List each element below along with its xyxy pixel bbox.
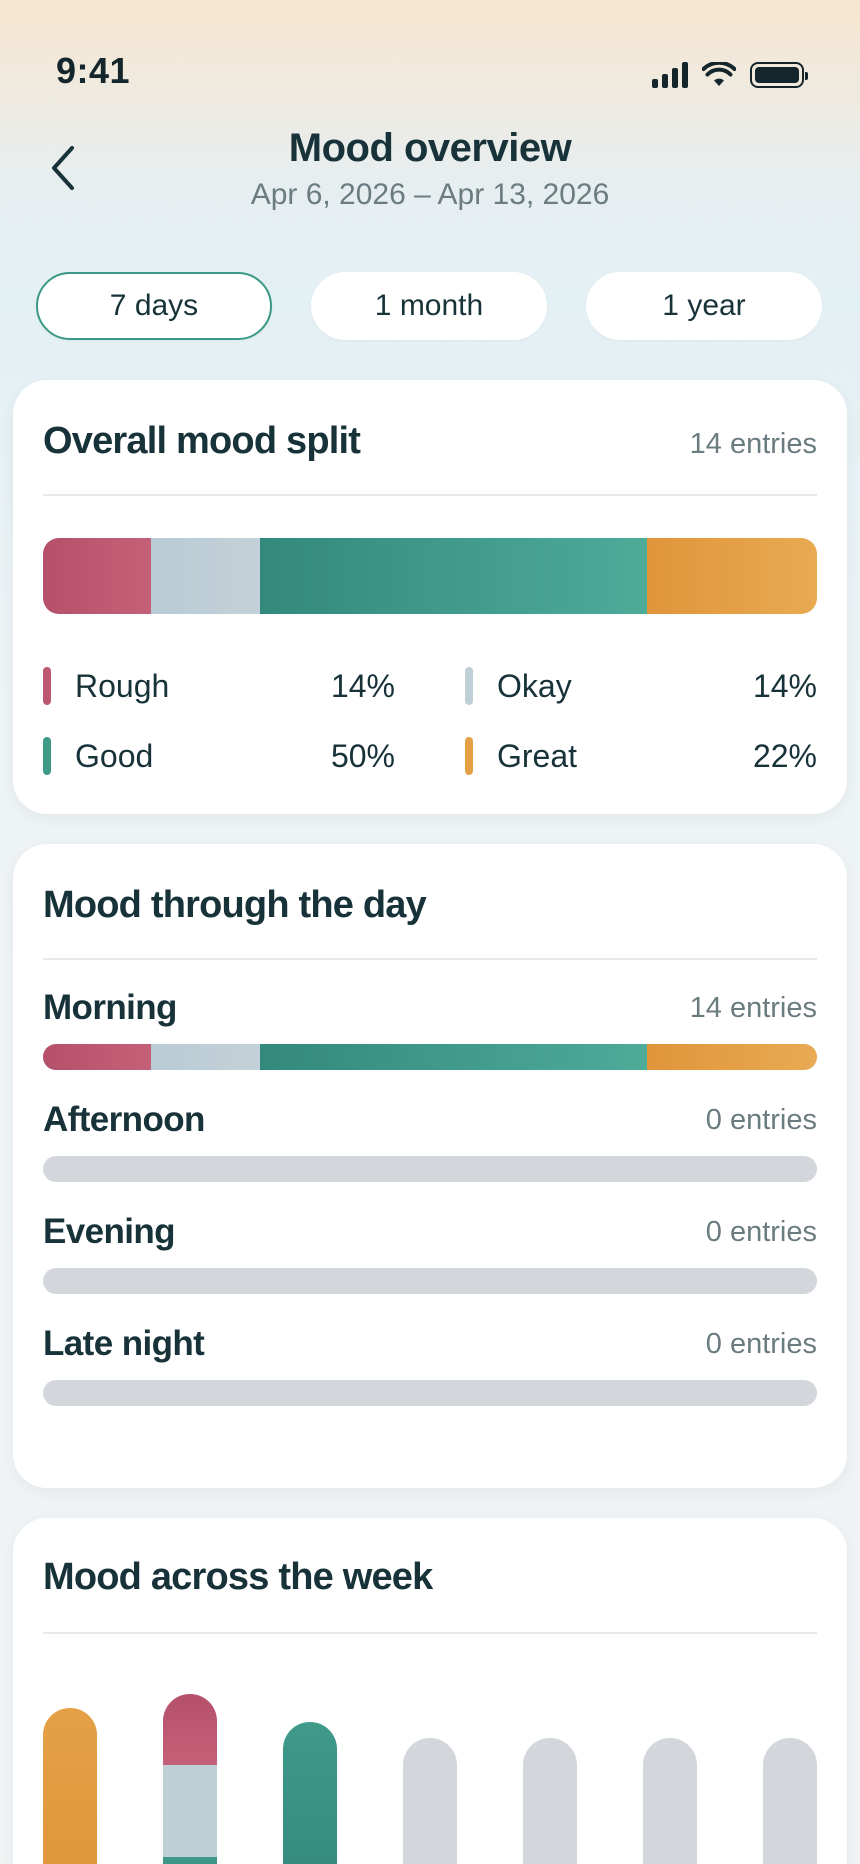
- good-swatch: [43, 737, 51, 775]
- overall-mood-split-card: Overall mood split 14 entries Rough 14% …: [13, 380, 847, 814]
- mood-through-day-card: Mood through the day Morning 14 entries …: [13, 844, 847, 1488]
- legend-value: 14%: [752, 667, 817, 704]
- day-segment-okay: [151, 1044, 260, 1070]
- entries-count: 14 entries: [689, 992, 817, 1024]
- week-day-column: [523, 1738, 577, 1864]
- day-mood-bar: [43, 1044, 817, 1070]
- day-mood-bar: [43, 1268, 817, 1294]
- legend-value: 22%: [752, 737, 817, 774]
- week-segment-great: [43, 1708, 97, 1864]
- day-row-evening: Evening 0 entries: [43, 1212, 817, 1302]
- week-segment-rough: [163, 1694, 217, 1766]
- card-title: Mood across the week: [43, 1556, 433, 1598]
- divider: [43, 1632, 817, 1634]
- battery-icon: [750, 62, 808, 88]
- tab-1-month[interactable]: 1 month: [311, 272, 547, 340]
- legend-value: 14%: [330, 667, 395, 704]
- mood-across-week-card: Mood across the week: [13, 1518, 847, 1864]
- okay-swatch: [465, 667, 473, 705]
- day-segment-great: [646, 1044, 817, 1070]
- legend-item-okay: Okay 14%: [465, 666, 817, 706]
- week-mood-chart: [43, 1678, 817, 1864]
- legend-item-good: Good 50%: [43, 736, 395, 776]
- day-mood-bar: [43, 1156, 817, 1182]
- day-segment-rough: [43, 1044, 152, 1070]
- week-day-column: [403, 1738, 457, 1864]
- legend-item-rough: Rough 14%: [43, 666, 395, 706]
- tab-1-year[interactable]: 1 year: [586, 272, 822, 340]
- week-day-column: [643, 1738, 697, 1864]
- entries-count: 0 entries: [705, 1104, 817, 1136]
- day-mood-bar: [43, 1380, 817, 1406]
- split-segment-good: [259, 538, 647, 614]
- week-day-column: [283, 1722, 337, 1864]
- day-row-late-night: Late night 0 entries: [43, 1324, 817, 1414]
- day-label: Morning: [43, 988, 177, 1027]
- entries-count: 0 entries: [705, 1216, 817, 1248]
- status-time: 9:41: [56, 50, 131, 91]
- week-segment-good: [283, 1722, 337, 1864]
- legend-value: 50%: [330, 737, 395, 774]
- week-day-column: [763, 1738, 817, 1864]
- divider: [43, 494, 817, 496]
- entries-count: 14 entries: [689, 428, 817, 460]
- page-title: Mood overview: [288, 126, 572, 170]
- status-icons: [652, 62, 808, 88]
- mood-split-bar: [43, 538, 817, 614]
- cellular-signal-icon: [652, 62, 688, 88]
- card-title: Mood through the day: [43, 884, 427, 926]
- tab-7-days[interactable]: 7 days: [36, 272, 272, 340]
- legend-label: Rough: [75, 667, 170, 704]
- legend-item-great: Great 22%: [465, 736, 817, 776]
- legend-label: Good: [75, 737, 154, 774]
- day-row-afternoon: Afternoon 0 entries: [43, 1100, 817, 1190]
- status-bar: 9:41: [0, 0, 860, 120]
- period-tabs: 7 days 1 month 1 year: [36, 272, 822, 340]
- week-day-column: [43, 1708, 97, 1864]
- day-label: Afternoon: [43, 1100, 205, 1139]
- day-label: Evening: [43, 1212, 176, 1251]
- day-segment-good: [259, 1044, 647, 1070]
- day-row-morning: Morning 14 entries: [43, 988, 817, 1078]
- wifi-icon: [702, 62, 736, 86]
- split-segment-okay: [151, 538, 260, 614]
- split-segment-great: [646, 538, 817, 614]
- legend-label: Great: [497, 737, 578, 774]
- header: Mood overview Apr 6, 2026 – Apr 13, 2026: [0, 120, 860, 230]
- split-segment-rough: [43, 538, 152, 614]
- great-swatch: [465, 737, 473, 775]
- day-label: Late night: [43, 1324, 205, 1363]
- week-segment-good: [163, 1857, 217, 1864]
- divider: [43, 958, 817, 960]
- legend-label: Okay: [497, 667, 572, 704]
- card-title: Overall mood split: [43, 420, 361, 462]
- entries-count: 0 entries: [705, 1328, 817, 1360]
- week-segment-okay: [163, 1765, 217, 1858]
- rough-swatch: [43, 667, 51, 705]
- date-range: Apr 6, 2026 – Apr 13, 2026: [250, 178, 610, 211]
- week-day-column: [163, 1694, 217, 1864]
